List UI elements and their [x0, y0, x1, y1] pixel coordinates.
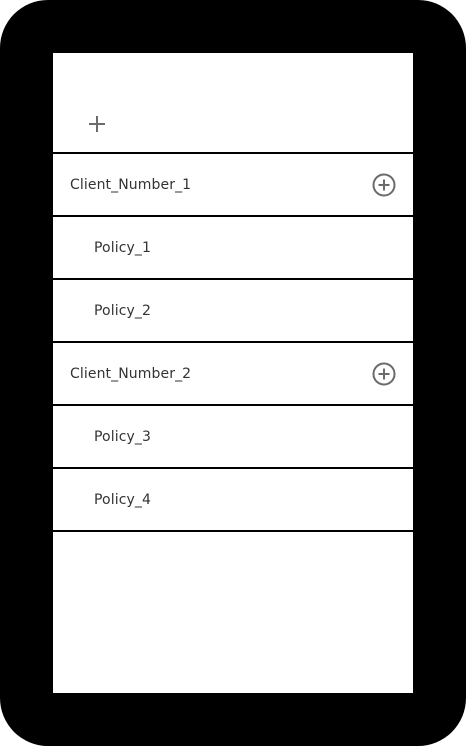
add-policy-button[interactable]: [372, 362, 396, 386]
policy-row[interactable]: Policy_4: [53, 469, 413, 532]
policy-label: Policy_2: [94, 302, 151, 319]
app-screen: Client_Number_1 Policy_1 Policy_2 Client…: [53, 53, 413, 693]
client-label: Client_Number_1: [70, 176, 192, 193]
client-label: Client_Number_2: [70, 365, 192, 382]
policy-row[interactable]: Policy_3: [53, 406, 413, 469]
header: [53, 53, 413, 154]
device-frame: Client_Number_1 Policy_1 Policy_2 Client…: [0, 0, 466, 746]
client-row[interactable]: Client_Number_1: [53, 154, 413, 217]
policy-row[interactable]: Policy_2: [53, 280, 413, 343]
add-client-button[interactable]: [86, 113, 108, 135]
add-policy-button[interactable]: [372, 173, 396, 197]
client-row[interactable]: Client_Number_2: [53, 343, 413, 406]
plus-circle-icon: [372, 173, 396, 196]
policy-label: Policy_4: [94, 491, 151, 508]
plus-icon: [89, 116, 105, 132]
policy-row[interactable]: Policy_1: [53, 217, 413, 280]
policy-label: Policy_1: [94, 239, 151, 256]
client-list: Client_Number_1 Policy_1 Policy_2 Client…: [53, 154, 413, 532]
plus-circle-icon: [372, 362, 396, 385]
policy-label: Policy_3: [94, 428, 151, 445]
